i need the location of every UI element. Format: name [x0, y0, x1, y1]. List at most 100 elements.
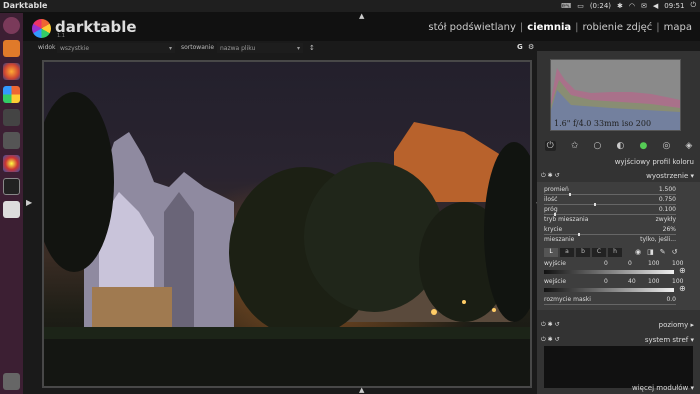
output-gradient[interactable] [544, 270, 674, 274]
input-range[interactable]: wejście 0 40 100 100 [544, 278, 684, 287]
darktable-icon[interactable] [3, 86, 20, 103]
chevron-down-icon: ▾ [168, 45, 172, 52]
effect-icon[interactable]: ◈ [685, 141, 692, 151]
tab-l[interactable]: L [544, 248, 558, 257]
clock[interactable]: 09:51 [664, 2, 684, 10]
collapse-bottom-arrow-icon[interactable]: ▲ [359, 386, 364, 394]
levels-module-header[interactable]: ⏻ ✱ ↺ poziomy ▸ [537, 320, 700, 330]
view-separator: | [519, 22, 524, 33]
add-icon[interactable]: ⊕ [679, 284, 686, 293]
firefox-icon[interactable] [3, 63, 20, 80]
input-gradient[interactable] [544, 288, 674, 292]
color-icon[interactable]: ● [639, 141, 647, 151]
chrome-icon[interactable] [3, 155, 20, 172]
tone-icon[interactable]: ◐ [616, 141, 624, 151]
keyboard-icon[interactable]: ⌨ [561, 2, 571, 10]
view-tethering[interactable]: robienie zdjęć [583, 22, 653, 33]
add-icon[interactable]: ⊕ [679, 266, 686, 275]
zone-system-title: system stref [644, 336, 689, 344]
night-building-photo [44, 62, 530, 386]
output-profile-module-header[interactable]: wyjściowy profil koloru [537, 157, 700, 167]
slider-value: 0.750 [658, 196, 676, 203]
range-label: wejście [544, 278, 567, 285]
darktable-window: ▲ darktable 1.1 stół podświetlany | ciem… [23, 12, 700, 394]
sharpen-module-body: promień 1.500 ilość 0.750 próg 0.100 try… [537, 182, 700, 310]
blend-select[interactable]: mieszanie tylko, jeśli... [544, 236, 676, 245]
image-canvas[interactable] [42, 60, 532, 388]
app-version: 1.1 [57, 33, 65, 39]
gear-icon[interactable]: ⚙ [528, 43, 534, 51]
view-filter-dropdown[interactable]: wszystkie ▾ [57, 43, 175, 53]
tab-h[interactable]: h [608, 248, 622, 257]
star-icon[interactable]: ✩ [571, 141, 579, 151]
view-darkroom[interactable]: ciemnia [527, 22, 571, 33]
tab-a[interactable]: a [560, 248, 574, 257]
mail-icon[interactable]: ✉ [641, 2, 647, 10]
exif-info: 1.6" f/4.0 33mm iso 200 [554, 119, 652, 128]
zone-system-preview[interactable] [544, 346, 693, 388]
sharpen-title: wyostrzenie [646, 172, 689, 180]
grouping-button[interactable]: G [517, 43, 523, 51]
wrench-icon[interactable] [3, 132, 20, 149]
view-filter-value: wszystkie [60, 45, 90, 52]
power-icon[interactable]: ⏻ [690, 1, 696, 10]
slider-opacity[interactable]: krycie 26% [544, 226, 676, 236]
slider-radius[interactable]: promień 1.500 [544, 186, 676, 196]
header: ▲ darktable 1.1 stół podświetlany | ciem… [23, 12, 700, 41]
photo-preview[interactable] [44, 62, 530, 386]
select-label: mieszanie [544, 236, 575, 243]
blend-mode-select[interactable]: tryb mieszania zwykły [544, 216, 676, 225]
slider-threshold[interactable]: próg 0.100 [544, 206, 676, 216]
slider-amount[interactable]: ilość 0.750 [544, 196, 676, 206]
collapse-top-arrow-icon[interactable]: ▲ [359, 12, 364, 20]
range-value: 100 [648, 278, 660, 285]
battery-icon[interactable]: ▭ [577, 2, 584, 10]
slider-label: krycie [544, 226, 563, 233]
wifi-icon[interactable]: ◠ [629, 2, 635, 10]
output-range[interactable]: wyjście 0 0 100 100 [544, 260, 684, 269]
tool-icon[interactable] [3, 109, 20, 126]
tab-b[interactable]: b [576, 248, 590, 257]
sharpen-module-header[interactable]: ⏻ ✱ ↺ wyostrzenie ▾ [537, 171, 700, 181]
sort-dropdown[interactable]: nazwa pliku ▾ [217, 43, 303, 53]
circle-icon[interactable]: ○ [593, 141, 601, 151]
slider-track [544, 234, 676, 235]
terminal-icon[interactable] [3, 178, 20, 195]
histogram[interactable]: 1.6" f/4.0 33mm iso 200 [550, 59, 681, 131]
select-value: zwykły [655, 216, 676, 223]
range-label: wyjście [544, 260, 566, 267]
ubuntu-icon[interactable] [3, 17, 20, 34]
power-icon[interactable]: ⏻ [544, 141, 556, 151]
collapse-left-arrow-icon[interactable]: ▶ [26, 198, 32, 207]
correction-icon[interactable]: ◎ [662, 141, 670, 151]
module-title: wyostrzenie ▾ [646, 172, 694, 180]
view-map[interactable]: mapa [664, 22, 692, 33]
bluetooth-icon[interactable]: ✱ [617, 2, 623, 10]
more-modules-button[interactable]: więcej modułów ▾ [632, 384, 694, 392]
polarity-icon[interactable]: ◨ [647, 248, 654, 256]
usb-drive-icon[interactable] [3, 201, 20, 218]
trash-icon[interactable] [3, 373, 20, 390]
tab-c[interactable]: C [592, 248, 606, 257]
launcher [0, 13, 23, 394]
module-power-icon[interactable]: ⏻ ✱ ↺ [541, 172, 560, 180]
slider-mask-blur[interactable]: rozmycie maski 0.0 [544, 296, 676, 305]
sort-label: sortowanie [181, 44, 215, 51]
view-lighttable[interactable]: stół podświetlany [428, 22, 516, 33]
eye-icon[interactable]: ◉ [635, 248, 641, 256]
module-power-icon[interactable]: ⏻ ✱ ↺ [541, 336, 560, 344]
files-icon[interactable] [3, 40, 20, 57]
module-power-icon[interactable]: ⏻ ✱ ↺ [541, 321, 560, 329]
slider-label: próg [544, 206, 558, 213]
chevron-down-icon: ▾ [296, 45, 300, 52]
slider-value: 26% [662, 226, 676, 233]
slider-label: ilość [544, 196, 558, 203]
volume-icon[interactable]: ◀ [653, 2, 658, 10]
reset-icon[interactable]: ↺ [672, 248, 678, 256]
slider-track [544, 194, 676, 195]
picker-icon[interactable]: ✎ [660, 248, 666, 256]
slider-value: 0.0 [666, 296, 676, 303]
top-panel: Darktable ⌨ ▭ (0:24) ✱ ◠ ✉ ◀ 09:51 ⏻ [0, 0, 700, 13]
sort-order-icon[interactable]: ↕ [309, 44, 315, 52]
zone-system-module-header[interactable]: ⏻ ✱ ↺ system stref ▾ [537, 335, 700, 345]
